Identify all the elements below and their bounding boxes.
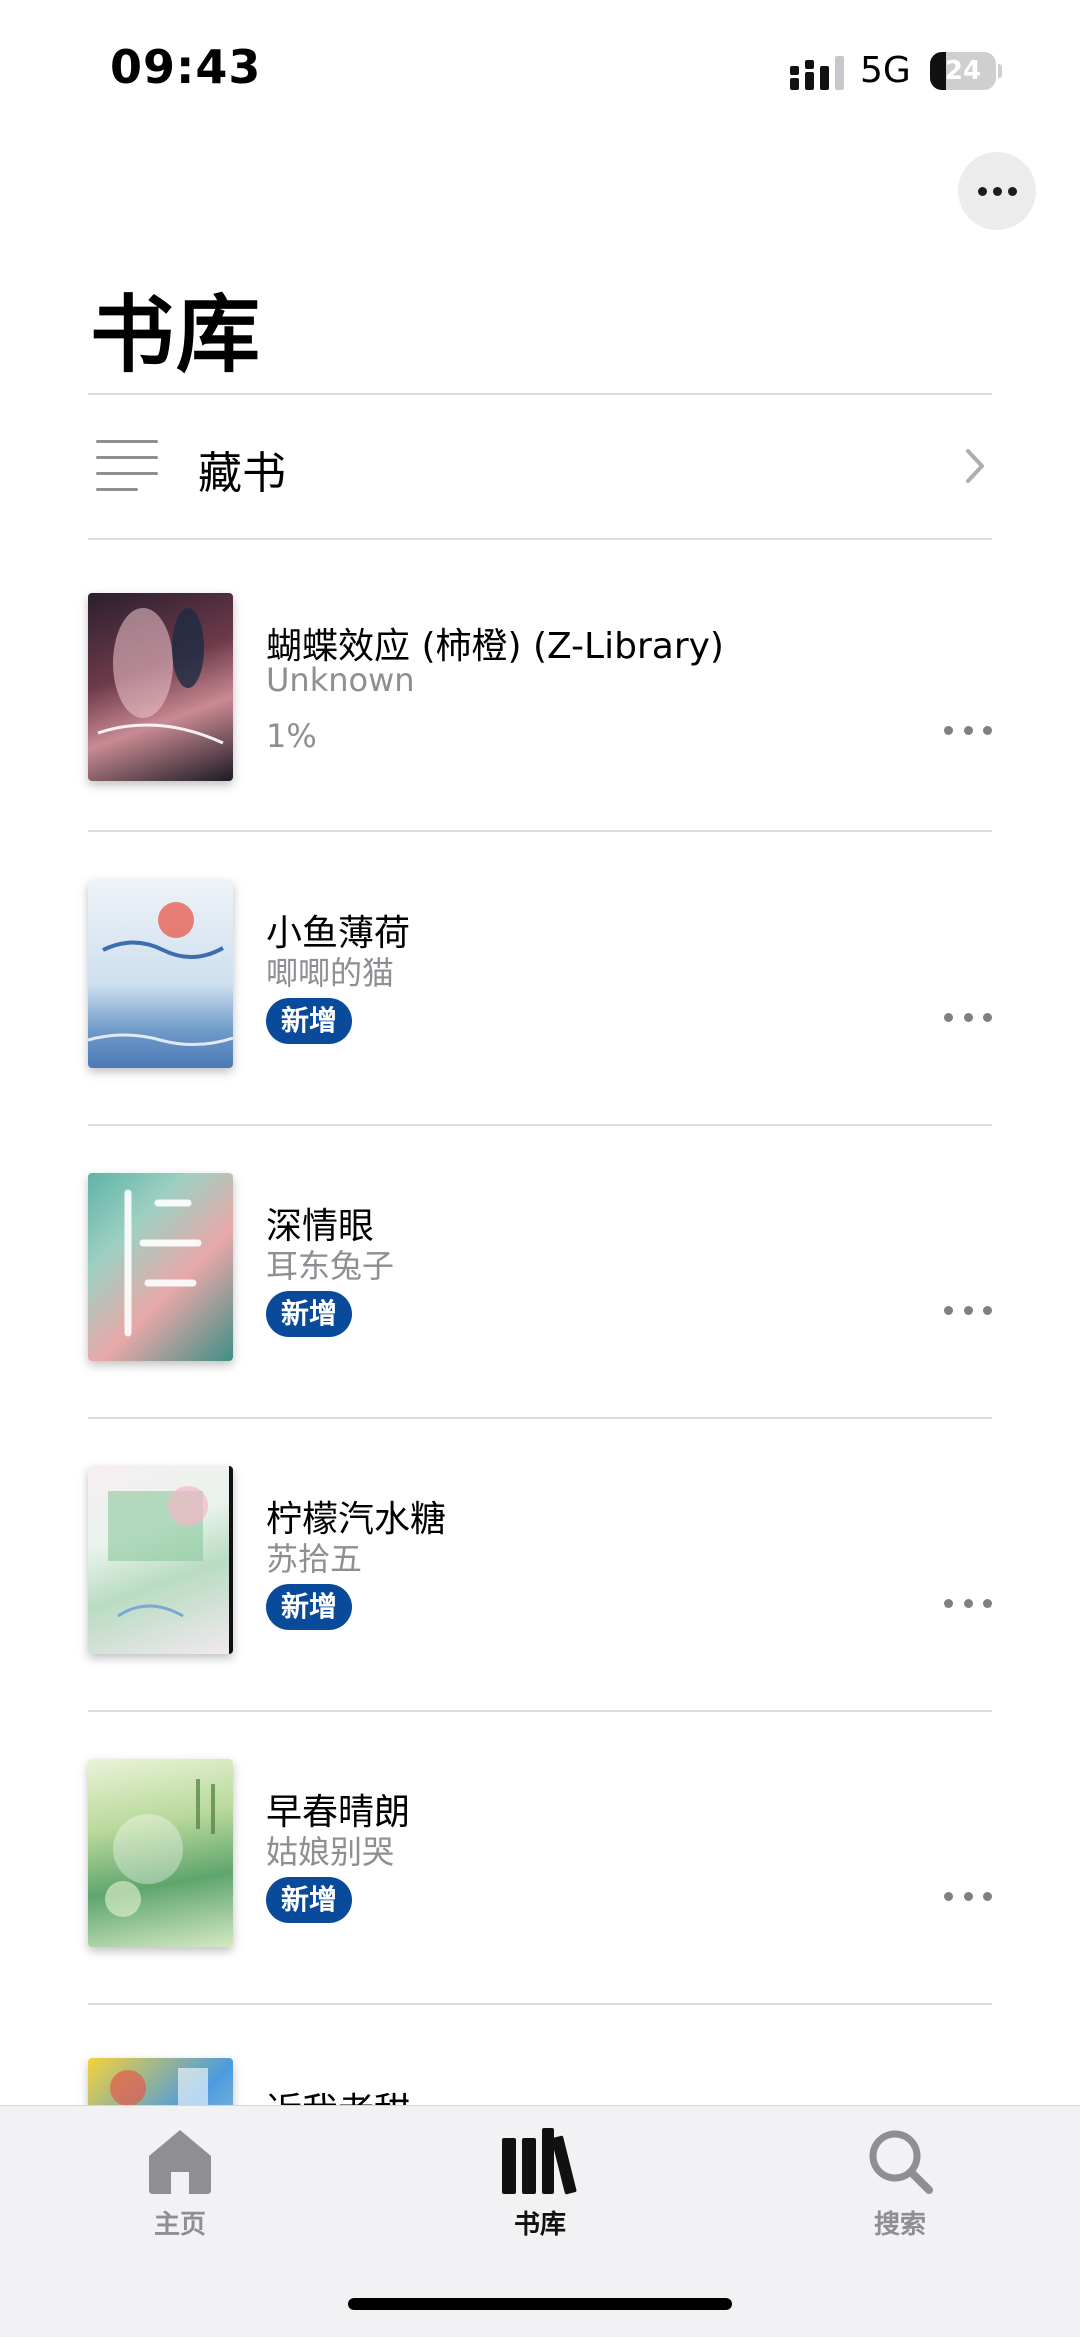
book-more-button[interactable] — [944, 1303, 992, 1317]
signal-icon — [790, 56, 844, 90]
status-bar: 09:43 5G 24 — [0, 0, 1080, 140]
book-more-button[interactable] — [944, 723, 992, 737]
book-cover[interactable] — [88, 1466, 233, 1654]
cover-art — [108, 1486, 208, 1618]
more-options-button[interactable] — [958, 152, 1036, 230]
divider — [88, 538, 992, 540]
tab-library[interactable]: 书库 — [440, 2126, 640, 2256]
book-item[interactable]: 深情眼 耳东兔子 新增 — [88, 1173, 992, 1466]
reading-progress: 1% — [266, 717, 317, 755]
battery-percent: 24 — [944, 56, 982, 86]
book-author: Unknown — [266, 661, 415, 699]
network-type: 5G — [860, 50, 911, 91]
more-icon — [944, 1012, 953, 1022]
more-icon — [944, 1305, 953, 1315]
book-cover[interactable] — [88, 593, 233, 781]
divider — [88, 830, 992, 832]
page-title: 书库 — [90, 286, 263, 384]
book-author: 唧唧的猫 — [266, 954, 395, 992]
book-item[interactable]: 柠檬汽水糖 苏拾五 新增 — [88, 1466, 992, 1759]
book-item[interactable]: 小鱼薄荷 唧唧的猫 新增 — [88, 880, 992, 1173]
cover-art — [88, 902, 233, 1047]
home-icon — [149, 2130, 211, 2194]
divider — [88, 1710, 992, 1712]
search-icon — [869, 2130, 933, 2194]
new-badge: 新增 — [266, 1584, 353, 1630]
library-icon — [502, 2128, 577, 2195]
book-more-button[interactable] — [944, 1596, 992, 1610]
cover-art — [97, 608, 224, 745]
tab-search-label: 搜索 — [873, 2210, 926, 2240]
tab-search[interactable]: 搜索 — [800, 2126, 1000, 2256]
book-cover[interactable] — [88, 880, 233, 1068]
more-icon — [944, 725, 953, 735]
new-badge: 新增 — [266, 1877, 353, 1923]
book-item[interactable]: 蝴蝶效应 (柿橙) (Z-Library) Unknown 1% — [88, 593, 992, 886]
tab-home-label: 主页 — [153, 2210, 206, 2240]
tab-home[interactable]: 主页 — [80, 2126, 280, 2256]
collection-row[interactable]: 藏书 — [88, 395, 992, 537]
battery-icon: 24 — [930, 52, 1002, 90]
chevron-right-icon — [966, 449, 984, 483]
book-cover[interactable] — [88, 1759, 233, 1947]
book-author: 苏拾五 — [266, 1540, 363, 1578]
new-badge: 新增 — [266, 998, 353, 1044]
home-indicator — [348, 2298, 732, 2310]
book-item[interactable]: 早春晴朗 姑娘别哭 新增 — [88, 1759, 992, 2052]
tab-library-label: 书库 — [513, 2210, 566, 2240]
divider — [88, 1124, 992, 1126]
more-icon — [977, 186, 987, 196]
status-time: 09:43 — [110, 40, 262, 94]
new-badge: 新增 — [266, 1291, 353, 1337]
book-author: 耳东兔子 — [266, 1247, 395, 1285]
more-icon — [944, 1598, 953, 1608]
collection-label: 藏书 — [198, 448, 286, 499]
book-more-button[interactable] — [944, 1010, 992, 1024]
cover-art — [105, 1779, 215, 1917]
book-more-button[interactable] — [944, 1889, 992, 1903]
list-icon — [96, 440, 158, 492]
more-icon — [944, 1891, 953, 1901]
book-author: 姑娘别哭 — [266, 1833, 395, 1871]
cover-art — [124, 1189, 202, 1337]
divider — [88, 1417, 992, 1419]
book-cover[interactable] — [88, 1173, 233, 1361]
divider — [88, 2003, 992, 2005]
